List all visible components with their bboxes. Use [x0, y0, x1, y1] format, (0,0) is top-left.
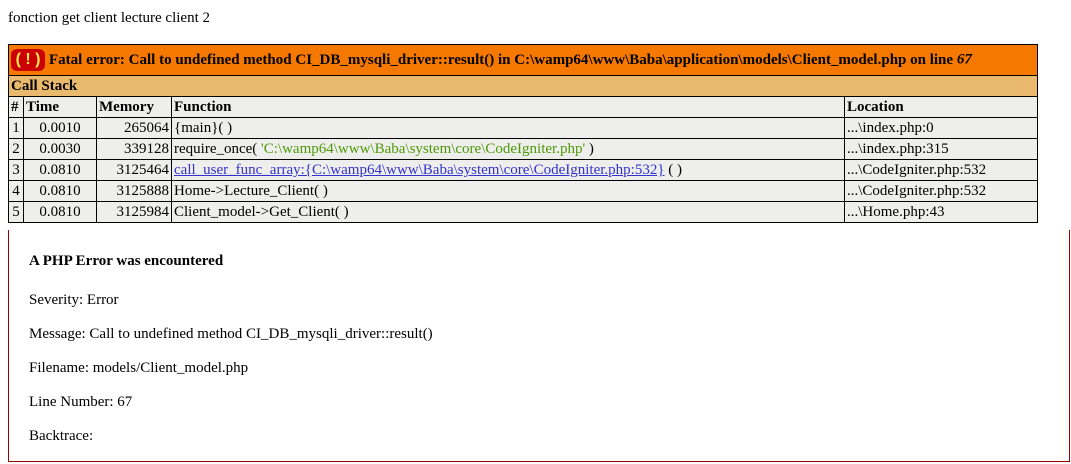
function-call: {main}( )	[174, 120, 233, 136]
row-num: 1	[8, 117, 24, 139]
row-location: ...\index.php:315	[844, 138, 1038, 160]
function-call-link[interactable]: call_user_func_array:{C:\wamp64\www\Baba…	[174, 162, 665, 178]
row-function: {main}( )	[171, 117, 845, 139]
php-error-message: Message: Call to undefined method CI_DB_…	[29, 326, 433, 342]
table-row: 1 0.0010 265064 {main}( ) ...\index.php:…	[8, 117, 1038, 139]
row-num: 5	[8, 201, 24, 223]
table-row: 2 0.0030 339128 require_once( 'C:\wamp64…	[8, 138, 1038, 160]
fatal-error-row: ( ! ) Fatal error: Call to undefined meth…	[8, 44, 1038, 76]
error-warning-icon: ( ! )	[11, 49, 45, 71]
row-memory: 339128	[96, 138, 172, 160]
fatal-error-line-number: 67	[956, 51, 972, 68]
column-header-memory: Memory	[96, 96, 172, 118]
php-error-severity: Severity: Error	[29, 292, 119, 308]
column-header-location: Location	[844, 96, 1038, 118]
row-memory: 3125888	[96, 180, 172, 202]
function-call: Client_model->Get_Client( )	[174, 204, 349, 220]
row-num: 3	[8, 159, 24, 181]
xdebug-error-table: ( ! ) Fatal error: Call to undefined meth…	[8, 44, 1038, 223]
column-header-time: Time	[23, 96, 97, 118]
call-stack-title-row: Call Stack	[8, 75, 1038, 97]
table-row: 5 0.0810 3125984 Client_model->Get_Clien…	[8, 201, 1038, 223]
function-call-close: )	[585, 141, 594, 157]
function-param-string: 'C:\wamp64\www\Baba\system\core\CodeIgni…	[261, 141, 586, 157]
php-error-filename: Filename: models/Client_model.php	[29, 360, 249, 376]
function-call: Home->Lecture_Client( )	[174, 183, 328, 199]
table-row: 4 0.0810 3125888 Home->Lecture_Client( )…	[8, 180, 1038, 202]
php-error-box: A PHP Error was encountered Severity: Er…	[8, 230, 1070, 462]
row-location: ...\CodeIgniter.php:532	[844, 159, 1038, 181]
call-stack-header-row: # Time Memory Function Location	[8, 96, 1038, 118]
row-memory: 265064	[96, 117, 172, 139]
row-time: 0.0030	[23, 138, 97, 160]
row-memory: 3125464	[96, 159, 172, 181]
php-error-line-number: Line Number: 67	[29, 394, 133, 410]
fatal-error-message: Fatal error: Call to undefined method CI…	[49, 52, 957, 68]
function-call-close: ( )	[664, 162, 683, 178]
php-error-backtrace: Backtrace:	[29, 428, 94, 444]
row-num: 4	[8, 180, 24, 202]
row-time: 0.0810	[23, 180, 97, 202]
row-location: ...\Home.php:43	[844, 201, 1038, 223]
row-time: 0.0010	[23, 117, 97, 139]
row-function: Client_model->Get_Client( )	[171, 201, 845, 223]
column-header-num: #	[8, 96, 24, 118]
php-error-heading: A PHP Error was encountered	[29, 253, 224, 269]
call-stack-title: Call Stack	[8, 75, 1038, 97]
table-row: 3 0.0810 3125464 call_user_func_array:{C…	[8, 159, 1038, 181]
page-intro-text: fonction get client lecture client 2	[8, 10, 211, 26]
column-header-function: Function	[171, 96, 845, 118]
row-time: 0.0810	[23, 159, 97, 181]
row-location: ...\CodeIgniter.php:532	[844, 180, 1038, 202]
row-function: require_once( 'C:\wamp64\www\Baba\system…	[171, 138, 845, 160]
row-location: ...\index.php:0	[844, 117, 1038, 139]
row-time: 0.0810	[23, 201, 97, 223]
function-call: require_once(	[174, 141, 262, 157]
row-memory: 3125984	[96, 201, 172, 223]
row-function: call_user_func_array:{C:\wamp64\www\Baba…	[171, 159, 845, 181]
row-num: 2	[8, 138, 24, 160]
fatal-error-header: ( ! ) Fatal error: Call to undefined meth…	[8, 44, 1038, 76]
row-function: Home->Lecture_Client( )	[171, 180, 845, 202]
